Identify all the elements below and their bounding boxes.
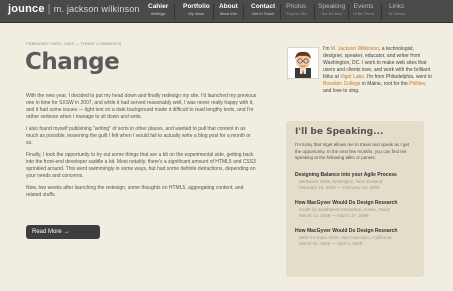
nav-label: Photos (286, 3, 307, 10)
speaking-panel: I'll be Speaking... I'm lucky that Viget… (286, 121, 424, 277)
post-paragraph: Now, two weeks after launching the redes… (26, 185, 244, 198)
post-meta: FEBRUARY 03RD, 2009 — THREE COMMENTS (26, 41, 122, 46)
post-body: With the new year, I decided to put my h… (26, 93, 258, 204)
nav-sublabel: More Info (219, 11, 237, 16)
nav-item-events[interactable]: Events I'll Be There (353, 2, 374, 17)
nav-label: About (219, 3, 238, 10)
logo-name: jounce (8, 3, 45, 15)
nav-divider (280, 4, 281, 20)
talk-item: Designing Balance into your Agile Proces… (295, 172, 420, 191)
talk-dates: March 31, 2009 — April 3, 2009 (299, 241, 363, 246)
nav-sublabel: Get in Touch (251, 11, 275, 16)
logo-divider: | (47, 3, 51, 15)
nav-label: Speaking (318, 3, 346, 10)
nav-divider (174, 4, 175, 20)
talk-title-link[interactable]: Designing Balance into your Agile Proces… (295, 172, 420, 179)
post-paragraph: Finally, I took the opportunity to try o… (26, 152, 256, 179)
nav-divider (381, 4, 382, 20)
nav-item-contact[interactable]: Contact Get in Touch (251, 2, 275, 17)
bio-fragment: . I'm from Philadelphia, went to (363, 74, 432, 80)
talk-item: How MacGyver Would Do Design Research We… (295, 228, 420, 247)
nav-label: Links (389, 3, 405, 10)
talk-item: How MacGyver Would Do Design Research So… (295, 200, 420, 219)
logo-subtitle: m. jackson wilkinson (53, 4, 140, 14)
speaking-heading: I'll be Speaking... (295, 127, 384, 137)
avatar (287, 47, 319, 79)
nav-divider (243, 4, 244, 20)
nav-item-links[interactable]: Links To Others (388, 2, 405, 17)
nav-label: Events (353, 3, 374, 10)
bio-text: I'm M. Jackson Wilkinson, a technologist… (323, 46, 435, 95)
nav-label: Contact (251, 3, 276, 10)
nav-item-about[interactable]: About More Info (219, 2, 238, 17)
nav-item-cahier[interactable]: Cahier Writings (148, 2, 168, 17)
nav-sublabel: They're Old (286, 11, 307, 16)
speaking-intro: I'm lucky that Viget allows me to travel… (295, 142, 410, 160)
nav-sublabel: Not So Bad (321, 11, 342, 16)
site-logo[interactable]: jounce | m. jackson wilkinson (8, 3, 140, 15)
talk-title-link[interactable]: How MacGyver Would Do Design Research (295, 200, 420, 207)
bio-college-link[interactable]: Bowdoin College (323, 81, 361, 87)
nav-label: Cahier (148, 3, 169, 10)
nav-divider (213, 4, 214, 20)
talk-title-link[interactable]: How MacGyver Would Do Design Research (295, 228, 420, 235)
nav-sublabel: To Others (388, 11, 406, 16)
bio-fragment: in Maine, root for the (360, 81, 410, 87)
nav-sublabel: I'll Be There (353, 11, 375, 16)
talk-dates: February 16, 2009 — February 20, 2009 (299, 185, 380, 190)
bio-team-link[interactable]: Phillies (409, 81, 425, 87)
nav-divider (314, 4, 315, 20)
talk-dates: March 13, 2009 — March 17, 2009 (299, 213, 369, 218)
nav-item-speaking[interactable]: Speaking Not So Bad (318, 2, 345, 17)
bio-name-link[interactable]: M. Jackson Wilkinson (331, 46, 379, 52)
bio-fragment: I'm (323, 46, 331, 52)
nav-sublabel: Writings (150, 11, 166, 16)
nav-item-photos[interactable]: Photos They're Old (286, 2, 307, 17)
post-paragraph: With the new year, I decided to put my h… (26, 93, 257, 120)
nav-item-portfolio[interactable]: Portfolio My Work (183, 2, 210, 17)
nav-label: Portfolio (183, 3, 210, 10)
avatar-illustration-icon (288, 48, 318, 78)
post-title[interactable]: Change (25, 48, 120, 76)
nav-divider (348, 4, 349, 20)
nav-sublabel: My Work (188, 11, 205, 16)
read-more-button[interactable]: Read More → (26, 225, 100, 239)
top-navigation-bar: jounce | m. jackson wilkinson Cahier Writi… (0, 0, 453, 23)
bio-company-link[interactable]: Viget Labs (340, 74, 364, 80)
post-paragraph: I also found myself publishing "writing"… (26, 126, 251, 146)
